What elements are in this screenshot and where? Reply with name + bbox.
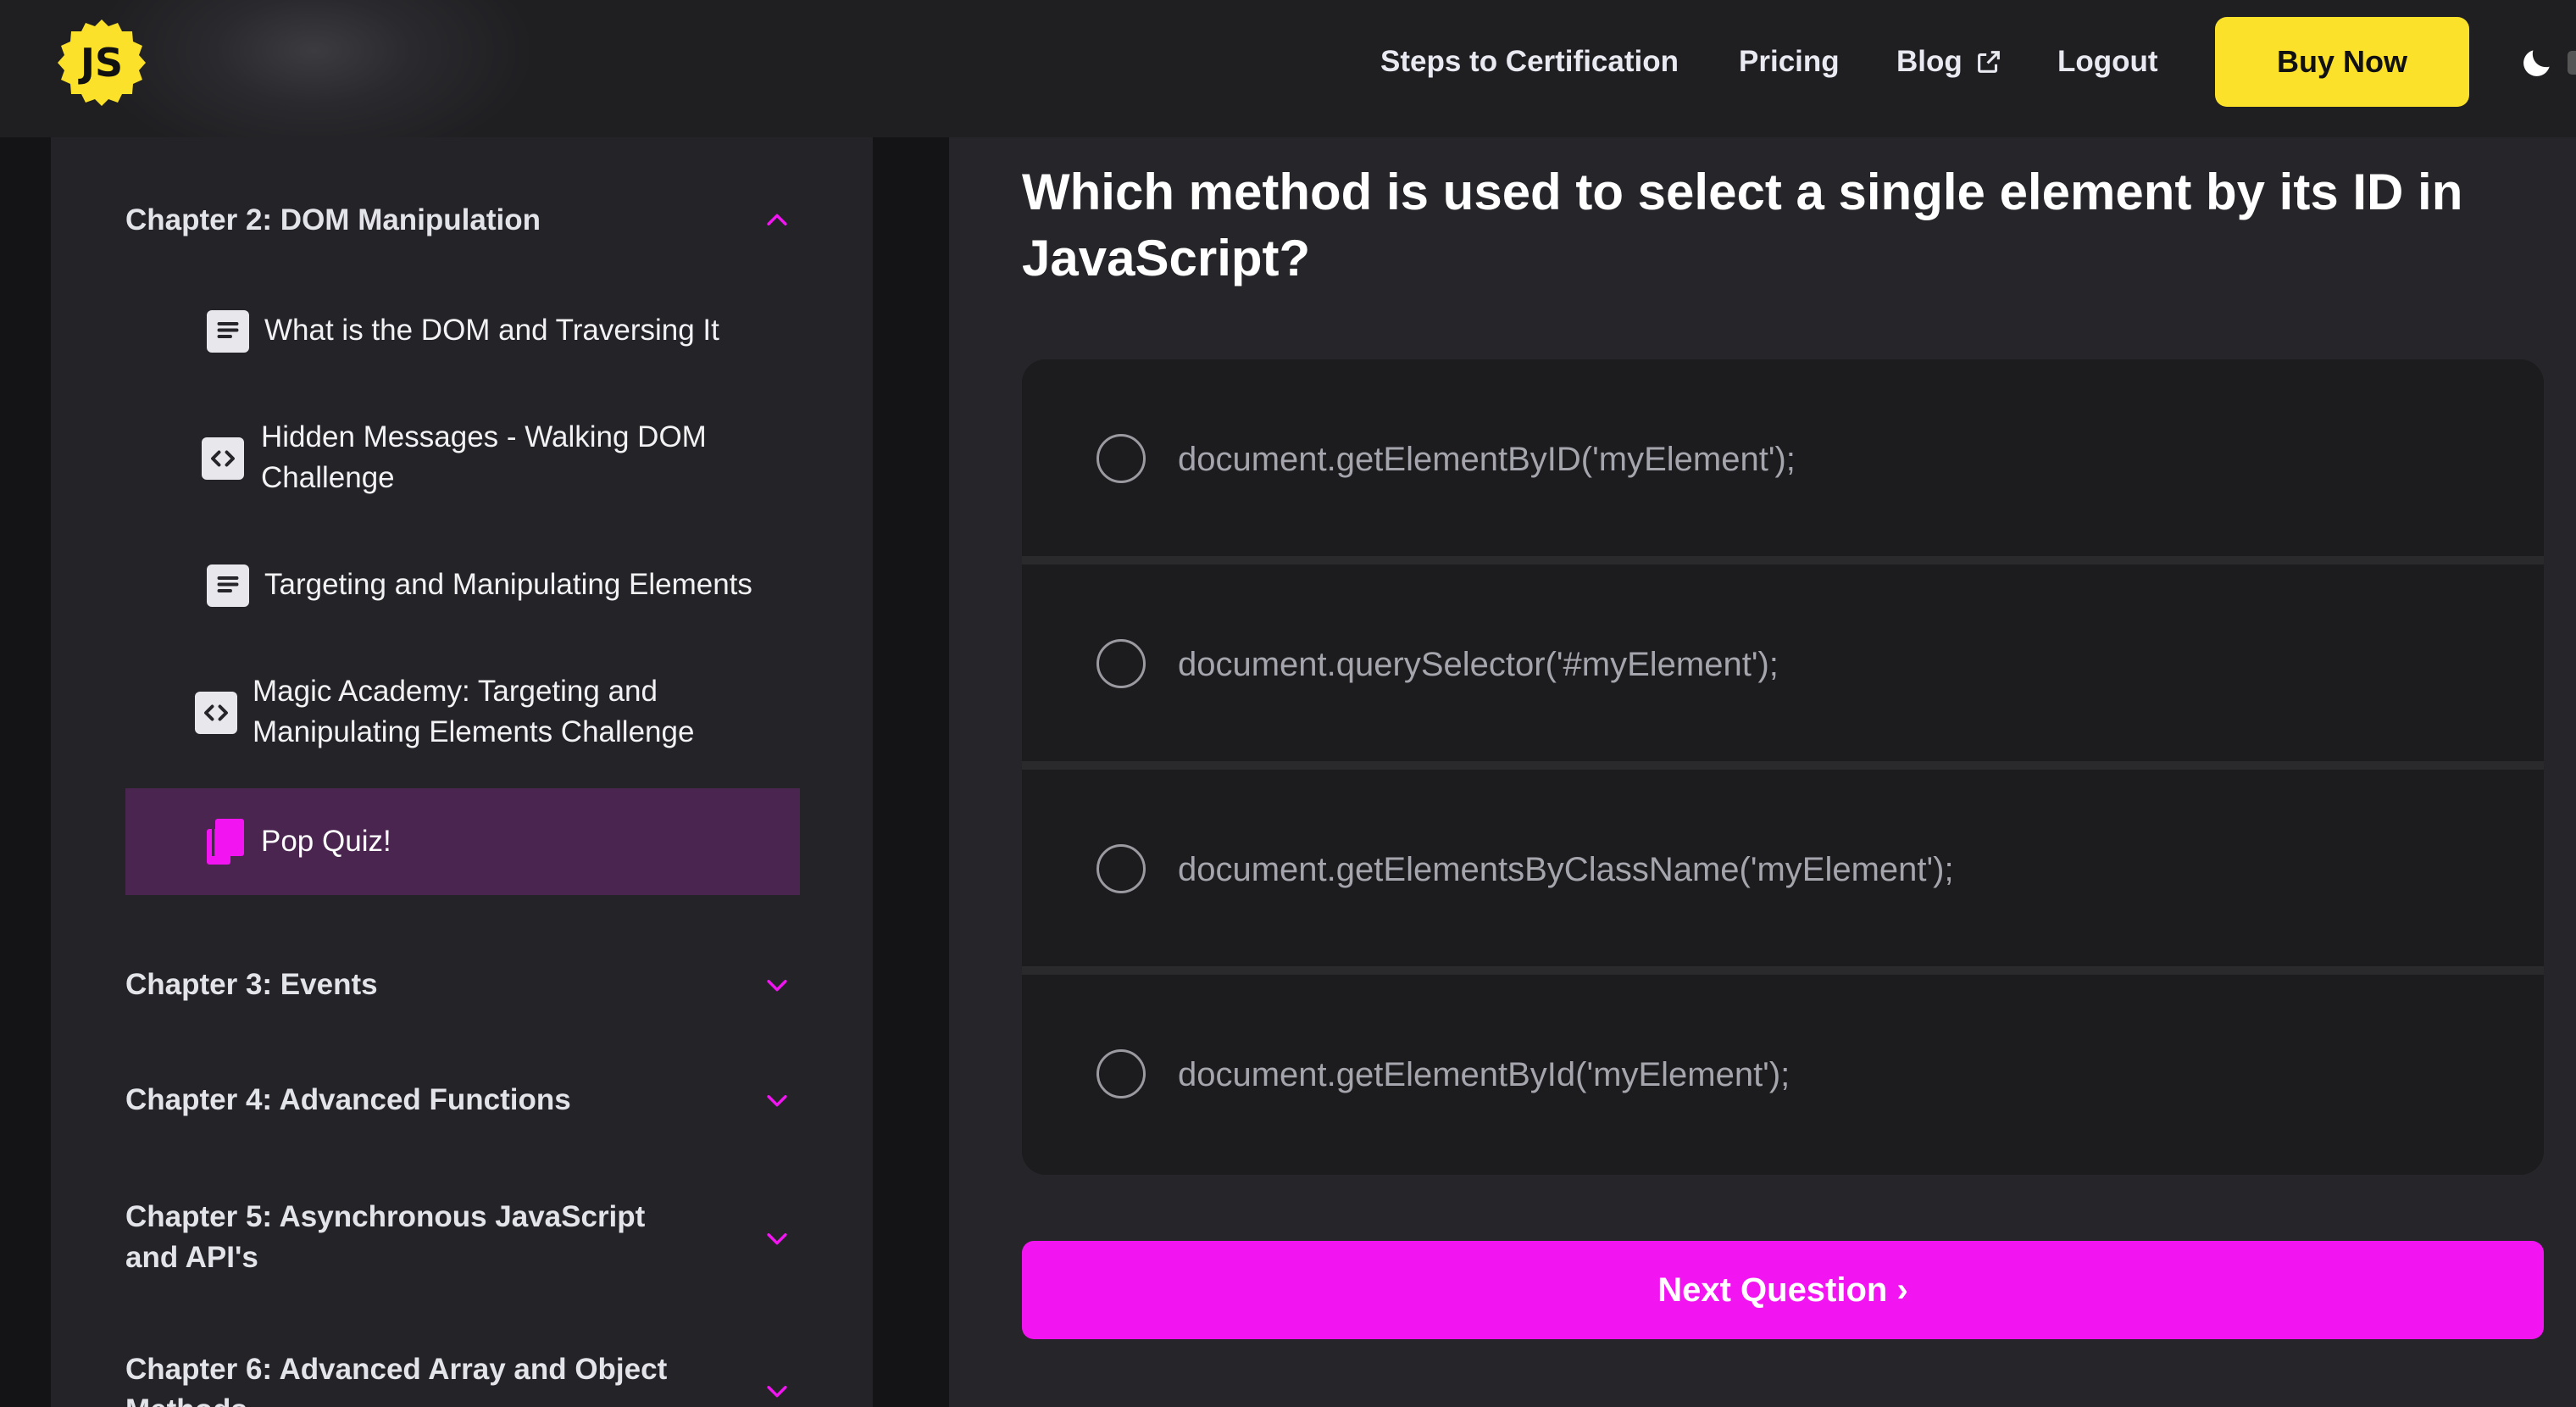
next-question-button[interactable]: Next Question ›: [1022, 1241, 2544, 1339]
answer-divider: [1022, 761, 2544, 770]
sidebar-lesson-pop-quiz[interactable]: Pop Quiz!: [125, 788, 800, 895]
left-gutter: [0, 137, 51, 1407]
nav-steps-to-certification[interactable]: Steps to Certification: [1380, 45, 1679, 79]
sun-icon-partial: [2568, 51, 2576, 75]
nav-blog-label: Blog: [1896, 45, 1963, 78]
logo-text: JS: [80, 40, 124, 86]
content-gutter: [873, 137, 949, 1407]
chevron-down-icon: [763, 1224, 791, 1253]
top-header: JS Steps to Certification Pricing Blog L…: [0, 0, 2576, 137]
answer-text: document.querySelector('#myElement');: [1178, 646, 1779, 683]
sidebar-chapter-3[interactable]: Chapter 3: Events: [125, 965, 820, 1005]
lesson-label-line-1: Magic Academy: Targeting and: [253, 675, 658, 708]
lesson-label: What is the DOM and Traversing It: [264, 314, 719, 347]
sidebar-chapter-5[interactable]: Chapter 5: Asynchronous JavaScript and A…: [125, 1197, 820, 1278]
sidebar-chapter-4[interactable]: Chapter 4: Advanced Functions: [125, 1080, 820, 1121]
answer-text: document.getElementById('myElement');: [1178, 1056, 1790, 1093]
lesson-label-line-2: Manipulating Elements Challenge: [253, 715, 695, 748]
chapter-label: Chapter 5: Asynchronous JavaScript and A…: [125, 1200, 646, 1274]
moon-icon: [2523, 50, 2550, 76]
radio-button[interactable]: [1096, 1049, 1146, 1098]
question-line-1: Which method is used to select a single …: [1022, 164, 2463, 220]
document-icon: [207, 310, 249, 353]
radio-button[interactable]: [1096, 434, 1146, 483]
sidebar-chapter-2[interactable]: Chapter 2: DOM Manipulation: [125, 200, 820, 241]
chevron-down-icon: [763, 1376, 791, 1405]
chevron-up-icon: [763, 206, 791, 235]
lesson-label-line-1: Hidden Messages - Walking DOM: [261, 420, 707, 453]
chevron-down-icon: [763, 970, 791, 999]
sidebar-chapter-6[interactable]: Chapter 6: Advanced Array and Object Met…: [125, 1349, 820, 1407]
lesson-label-line-2: Challenge: [261, 461, 395, 494]
lesson-label: Targeting and Manipulating Elements: [264, 568, 752, 601]
lesson-label: Pop Quiz!: [261, 825, 391, 858]
question-line-2: JavaScript?: [1022, 230, 1311, 286]
answer-option-3[interactable]: document.getElementsByClassName('myEleme…: [1022, 770, 2544, 966]
quiz-question: Which method is used to select a single …: [1022, 159, 2547, 292]
answer-option-4[interactable]: document.getElementById('myElement');: [1022, 975, 2544, 1175]
answer-divider: [1022, 966, 2544, 975]
code-icon: [202, 437, 244, 480]
answer-option-2[interactable]: document.querySelector('#myElement');: [1022, 564, 2544, 761]
chapter-label: Chapter 3: Events: [125, 968, 378, 1001]
nav-logout[interactable]: Logout: [2057, 45, 2158, 79]
nav-pricing[interactable]: Pricing: [1739, 45, 1840, 79]
chevron-down-icon: [763, 1086, 791, 1115]
nav-blog[interactable]: Blog: [1896, 45, 2003, 79]
answer-options: document.getElementByID('myElement'); do…: [1022, 359, 2544, 1175]
radio-button[interactable]: [1096, 844, 1146, 893]
quiz-icon: [207, 819, 244, 865]
answer-text: document.getElementByID('myElement');: [1178, 441, 1796, 478]
buy-now-button[interactable]: Buy Now: [2215, 17, 2469, 107]
document-icon: [207, 564, 249, 607]
dark-mode-toggle[interactable]: [2518, 44, 2556, 81]
code-icon: [195, 692, 237, 734]
chapter-label: Chapter 4: Advanced Functions: [125, 1083, 571, 1116]
answer-text: document.getElementsByClassName('myEleme…: [1178, 851, 1954, 888]
answer-option-1[interactable]: document.getElementByID('myElement');: [1022, 359, 2544, 556]
external-link-icon: [1977, 51, 2000, 73]
js-logo[interactable]: JS: [51, 12, 153, 114]
chapter-label: Chapter 6: Advanced Array and Object Met…: [125, 1353, 668, 1407]
chapter-label: Chapter 2: DOM Manipulation: [125, 203, 541, 236]
answer-divider: [1022, 556, 2544, 564]
radio-button[interactable]: [1096, 639, 1146, 688]
